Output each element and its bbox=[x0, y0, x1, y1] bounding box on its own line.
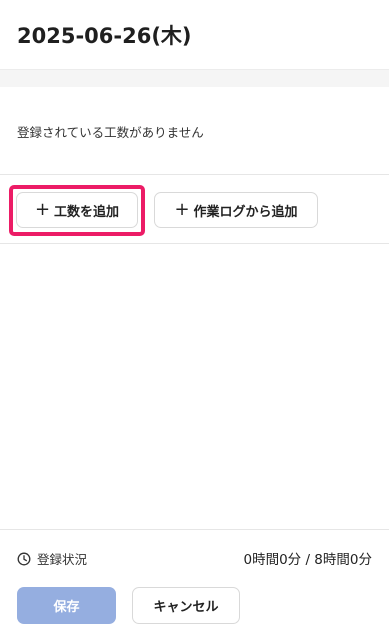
divider bbox=[0, 243, 389, 244]
panel-header: 2025-06-26(木) bbox=[0, 0, 389, 70]
hours-summary: 0時間0分 / 8時間0分 bbox=[243, 552, 373, 568]
divider bbox=[0, 174, 389, 175]
registration-status-label: 登録状況 bbox=[37, 552, 88, 567]
footer-divider bbox=[0, 529, 389, 530]
cancel-button[interactable]: キャンセル bbox=[132, 587, 240, 624]
add-from-log-label: 作業ログから追加 bbox=[193, 204, 298, 220]
plus-icon: + bbox=[174, 199, 190, 220]
empty-state-message: 登録されている工数がありません bbox=[17, 125, 204, 140]
clock-icon bbox=[17, 552, 31, 565]
add-work-hours-button[interactable]: + 工数を追加 bbox=[16, 192, 138, 228]
add-work-hours-label: 工数を追加 bbox=[54, 204, 120, 220]
page-title: 2025-06-26(木) bbox=[17, 24, 192, 48]
registration-status: 登録状況 bbox=[17, 549, 87, 568]
save-button[interactable]: 保存 bbox=[17, 587, 116, 624]
add-from-log-button[interactable]: + 作業ログから追加 bbox=[154, 192, 318, 228]
plus-icon: + bbox=[34, 199, 51, 220]
registration-status-row: 登録状況 0時間0分 / 8時間0分 bbox=[0, 543, 389, 573]
section-separator bbox=[0, 70, 389, 87]
work-hours-panel: 2025-06-26(木) 登録されている工数がありません + 工数を追加 + … bbox=[0, 0, 389, 640]
